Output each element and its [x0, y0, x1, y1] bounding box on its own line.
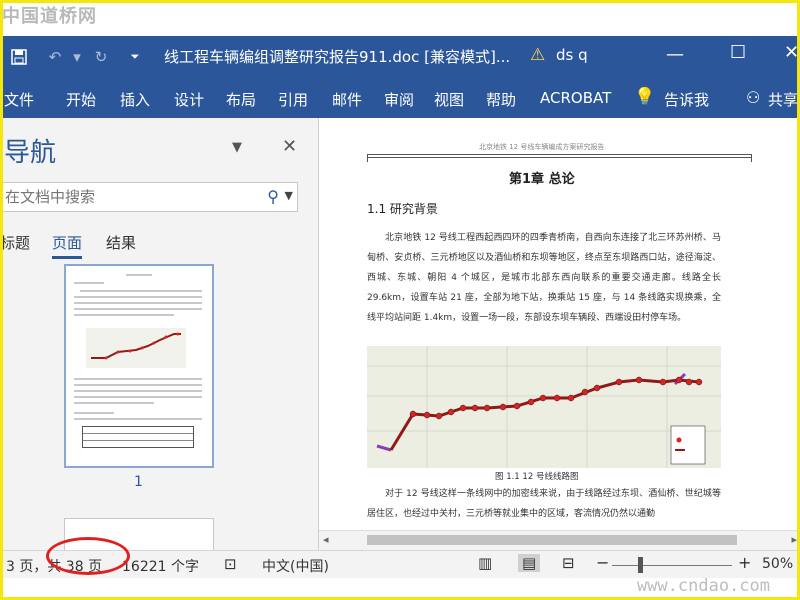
maximize-icon[interactable]: ☐ — [730, 42, 746, 63]
close-icon[interactable]: ✕ — [784, 42, 799, 63]
word-count[interactable]: 16221 个字 — [122, 556, 199, 576]
nav-options-icon[interactable]: ▼ — [232, 140, 242, 155]
scroll-right-icon[interactable]: ▸ — [791, 533, 797, 546]
undo-icon[interactable]: ↶ — [44, 46, 66, 68]
horizontal-scrollbar[interactable]: ◂ ▸ — [319, 530, 800, 550]
nav-tab-headings[interactable]: 标题 — [0, 232, 30, 253]
tab-file[interactable]: 文件 — [4, 89, 34, 110]
nav-close-icon[interactable]: ✕ — [282, 136, 297, 157]
ribbon-tabs: 文件 开始 插入 设计 布局 引用 邮件 审阅 视图 帮助 ACROBAT 💡 … — [0, 78, 800, 118]
customize-qat-icon[interactable]: ⏷ — [124, 46, 146, 68]
zoom-in-icon[interactable]: + — [738, 553, 751, 572]
tab-insert[interactable]: 插入 — [120, 89, 150, 110]
language-indicator[interactable]: 中文(中国) — [262, 556, 329, 576]
page-thumbnail-1[interactable] — [64, 264, 214, 468]
read-mode-icon[interactable]: ▥ — [478, 554, 492, 572]
user-name[interactable]: ds q — [556, 46, 588, 64]
proofing-icon[interactable]: ⊡ — [224, 555, 237, 573]
navigation-pane: 导航 ▼ ✕ ⚲ ▼ 标题 页面 结果 — [0, 118, 318, 550]
document-title: 线工程车辆编组调整研究报告911.doc [兼容模式]... — [164, 48, 511, 66]
line-map-figure — [367, 346, 721, 468]
chapter-heading: 第1章 总论 — [509, 172, 575, 187]
nav-tab-pages[interactable]: 页面 — [52, 232, 83, 259]
scroll-left-icon[interactable]: ◂ — [323, 533, 329, 546]
tab-review[interactable]: 审阅 — [384, 89, 414, 110]
scrollbar-thumb[interactable] — [367, 535, 737, 545]
nav-tab-results[interactable]: 结果 — [106, 232, 136, 253]
header-rule — [367, 154, 751, 158]
tab-layout[interactable]: 布局 — [226, 89, 256, 110]
page-header: 北京地铁 12 号线车辆编成方案研究报告 — [479, 143, 605, 151]
zoom-slider-knob[interactable] — [638, 557, 643, 573]
document-area[interactable]: 北京地铁 12 号线车辆编成方案研究报告 第1章 总论 1.1 研究背景 北京地… — [318, 118, 800, 550]
site-watermark-url: www.cndao.com — [636, 576, 770, 596]
tab-references[interactable]: 引用 — [278, 89, 308, 110]
paragraph-2: 对于 12 号线这样一条线网中的加密线来说，由于线路经过东坝、酒仙桥、世纪城等居… — [367, 489, 721, 519]
print-layout-icon[interactable]: ▤ — [518, 554, 541, 572]
tell-me-button[interactable]: 告诉我 — [664, 89, 709, 110]
search-dropdown-icon[interactable]: ▼ — [285, 189, 293, 202]
thumbnail-page-number: 1 — [134, 474, 143, 490]
redo-icon[interactable]: ↻ — [90, 46, 112, 68]
search-icon[interactable]: ⚲ — [267, 187, 279, 206]
search-input[interactable] — [1, 188, 251, 206]
undo-dropdown-icon[interactable]: ▾ — [66, 46, 88, 68]
minimize-icon[interactable]: — — [666, 44, 684, 65]
tab-home[interactable]: 开始 — [66, 89, 96, 110]
share-person-icon[interactable]: ⚇ — [746, 88, 760, 107]
zoom-level[interactable]: 50% — [762, 556, 793, 572]
title-bar: ↶ ▾ ↻ ⏷ 线工程车辆编组调整研究报告911.doc [兼容模式]... ⚠… — [0, 36, 800, 78]
zoom-out-icon[interactable]: − — [596, 553, 609, 572]
document-page: 北京地铁 12 号线车辆编成方案研究报告 第1章 总论 1.1 研究背景 北京地… — [319, 118, 800, 530]
figure-caption: 图 1.1 12 号线线路图 — [495, 472, 579, 482]
section-heading: 1.1 研究背景 — [367, 202, 438, 216]
web-layout-icon[interactable]: ⊟ — [562, 554, 575, 572]
save-icon[interactable] — [8, 46, 30, 68]
tab-acrobat[interactable]: ACROBAT — [540, 89, 611, 107]
paragraph-1: 北京地铁 12 号线工程西起西四环的四季青桥南，自西向东连接了北三环苏州桥、马甸… — [367, 233, 721, 323]
annotation-ellipse — [46, 537, 130, 575]
tab-view[interactable]: 视图 — [434, 89, 464, 110]
page-thumbnails: 1 — [0, 262, 318, 550]
lightbulb-icon[interactable]: 💡 — [634, 87, 655, 107]
tab-help[interactable]: 帮助 — [486, 89, 516, 110]
share-button[interactable]: 共享 — [768, 89, 798, 110]
search-box[interactable]: ⚲ ▼ — [0, 182, 298, 212]
tab-design[interactable]: 设计 — [174, 89, 204, 110]
warning-icon[interactable]: ⚠ — [530, 45, 545, 65]
zoom-slider[interactable] — [612, 565, 732, 566]
nav-title: 导航 — [4, 138, 57, 168]
tab-mailings[interactable]: 邮件 — [332, 89, 362, 110]
site-watermark: 中国道桥网 — [2, 6, 97, 27]
